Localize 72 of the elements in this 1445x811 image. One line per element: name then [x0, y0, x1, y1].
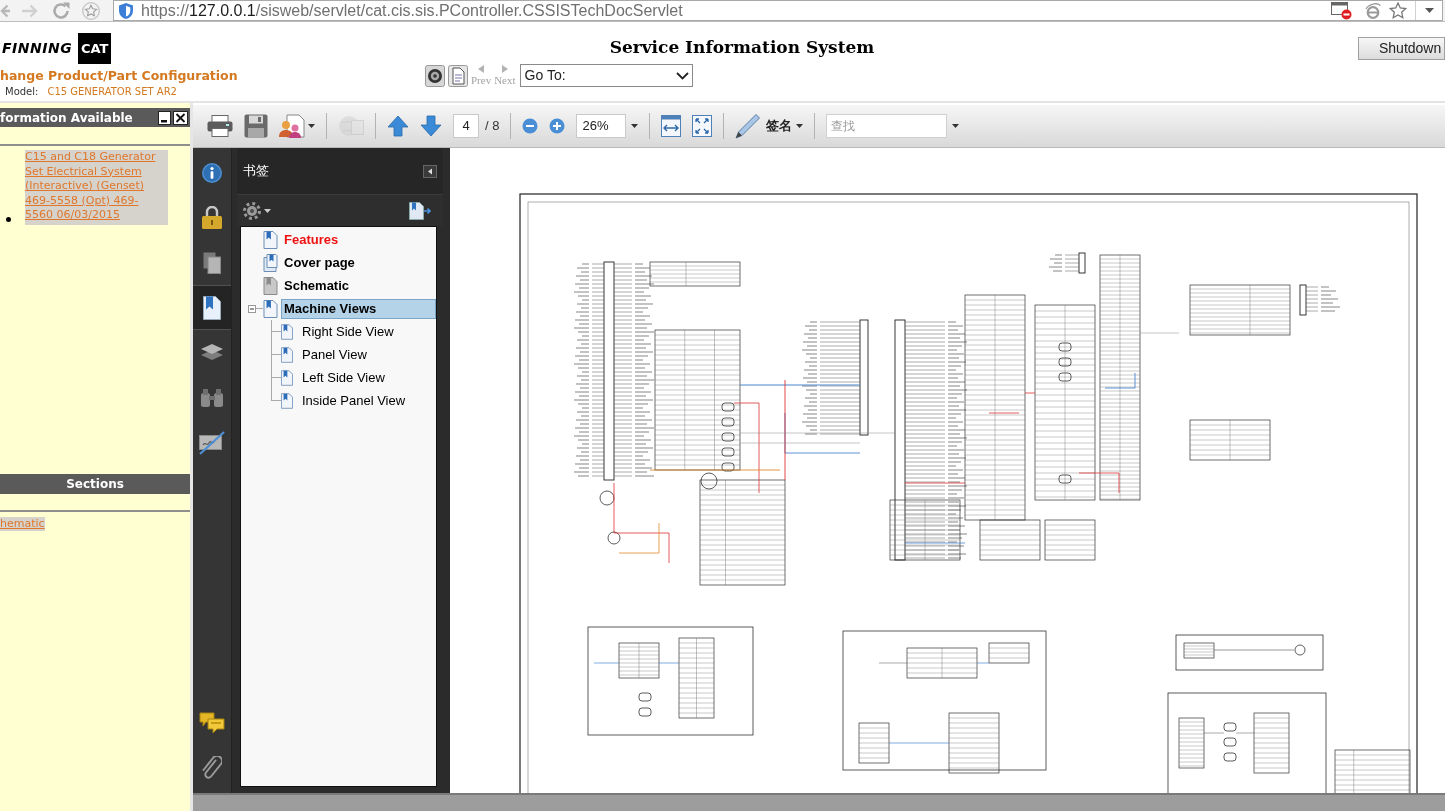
caret-icon [796, 124, 804, 128]
shutdown-button[interactable]: Shutdown [1358, 37, 1445, 60]
close-icon[interactable] [173, 110, 188, 125]
logo-badge: CAT [78, 33, 112, 64]
bookmark-item[interactable]: Right Side View [299, 321, 436, 342]
paperclip-icon [202, 755, 222, 780]
print-icon[interactable] [207, 115, 233, 137]
options-menu-button[interactable] [243, 201, 271, 220]
bookmark-item[interactable]: Inside Panel View [299, 390, 436, 411]
page-number-field[interactable]: 4 [453, 114, 479, 138]
model-label: Model: [5, 86, 39, 98]
bookmark-item[interactable]: Schematic [281, 275, 436, 296]
side-tab[interactable] [193, 285, 231, 330]
arrow-down-icon[interactable] [420, 115, 442, 137]
binoculars-icon [201, 388, 223, 407]
minimize-icon[interactable] [158, 110, 171, 125]
bookmark-page-icon [281, 323, 293, 340]
panel-title: formation Available [0, 109, 133, 127]
layers-icon [201, 343, 223, 362]
collapse-icon[interactable] [248, 304, 256, 313]
bookmark-icon [203, 295, 221, 320]
bookmark-page-icon [281, 369, 293, 386]
star-icon[interactable] [1389, 1, 1407, 20]
sections-title: Sections [66, 476, 124, 493]
caret-icon [308, 124, 315, 128]
popup-blocked-icon[interactable] [1331, 1, 1352, 20]
bookmark-item[interactable]: Left Side View [299, 367, 436, 388]
bookmark-page-icon [263, 299, 278, 318]
bookmark-page-icon [281, 346, 293, 363]
inactive-page-icon [263, 276, 278, 295]
signature-icon [199, 430, 225, 455]
page-count: / 8 [485, 117, 500, 136]
bookmark-page-icon [281, 392, 293, 409]
pages-icon [203, 251, 221, 274]
goto-select[interactable]: Go To: [519, 64, 693, 87]
caret-icon [952, 124, 960, 128]
lock-icon [202, 206, 222, 229]
right-triangle-icon [501, 65, 508, 73]
zoom-out-icon[interactable] [522, 118, 539, 134]
chevron-down-icon [675, 71, 689, 80]
save-icon[interactable] [244, 114, 268, 138]
zoom-field[interactable]: 26% [576, 114, 627, 138]
bookmark-item[interactable]: Panel View [299, 344, 436, 365]
bookmark-item[interactable]: Machine Views [281, 298, 436, 319]
model-value: C15 GENERATOR SET AR2 [47, 86, 177, 98]
info-icon [202, 162, 222, 183]
left-triangle-icon [478, 65, 485, 73]
star-icon[interactable] [82, 1, 100, 20]
app-title: Service Information System [609, 37, 875, 57]
bookmarks-title: 书签 [243, 162, 269, 181]
people-document-icon[interactable] [279, 114, 305, 138]
pen-icon[interactable] [735, 113, 762, 139]
sign-menu-button[interactable]: 签名 [766, 116, 804, 136]
fit-width-icon[interactable] [661, 115, 682, 137]
fit-page-icon[interactable] [692, 115, 713, 137]
find-field[interactable]: 查找 [826, 114, 948, 138]
bookmark-page-icon [263, 230, 278, 249]
gear-icon [243, 201, 261, 220]
e-icon[interactable] [1365, 2, 1381, 19]
zoom-in-icon[interactable] [549, 118, 566, 134]
caret-icon [631, 124, 639, 128]
bullet-icon [6, 216, 11, 222]
bookmark-item[interactable]: Cover page [281, 252, 436, 273]
caret-icon [264, 208, 271, 213]
comments-icon [199, 711, 225, 734]
bookmark-item[interactable]: Features [281, 229, 436, 250]
collapse-panel-icon[interactable] [423, 164, 437, 178]
caret-icon[interactable] [1425, 8, 1434, 13]
bookmark-pages-icon [263, 253, 278, 272]
arrow-up-icon[interactable] [387, 115, 409, 137]
logo-wordmark: FINNING [2, 39, 73, 58]
new-bookmark-icon[interactable] [409, 201, 431, 220]
